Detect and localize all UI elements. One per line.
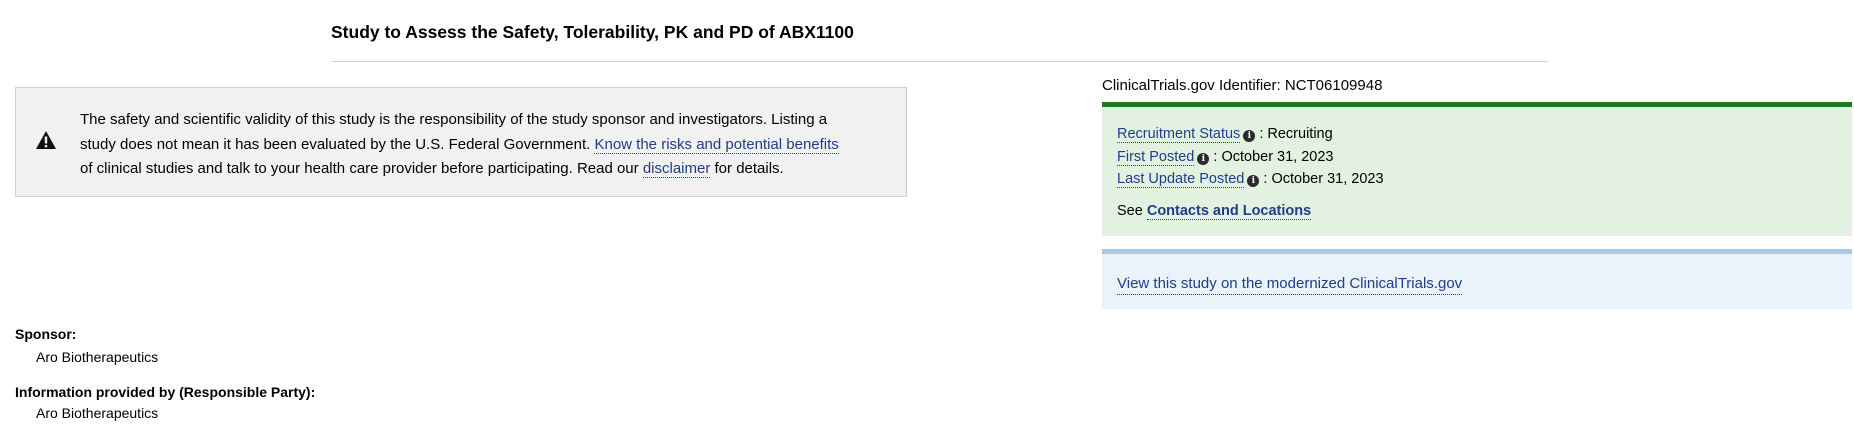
warning-icon — [36, 131, 56, 149]
responsible-party-label: Information provided by (Responsible Par… — [15, 384, 316, 400]
disclaimer-box: The safety and scientific validity of th… — [15, 87, 907, 197]
info-icon[interactable]: i — [1197, 153, 1210, 165]
recruitment-status-value: : Recruiting — [1259, 126, 1333, 142]
status-panel: Recruitment Status i : Recruiting First P… — [1102, 102, 1852, 236]
disclaimer-text: The safety and scientific validity of th… — [80, 108, 880, 182]
first-posted-row: First Posted i : October 31, 2023 — [1117, 147, 1334, 167]
see-label: See — [1117, 203, 1143, 219]
page-title: Study to Assess the Safety, Tolerability… — [331, 22, 854, 42]
disclaimer-line-2: study does not mean it has been evaluate… — [80, 133, 880, 158]
disclaimer-line-1: The safety and scientific validity of th… — [80, 111, 828, 128]
disclaimer-line-2-text: study does not mean it has been evaluate… — [80, 135, 591, 153]
modernized-study-link[interactable]: View this study on the modernized Clinic… — [1117, 274, 1463, 295]
recruitment-status-label[interactable]: Recruitment Status — [1117, 126, 1241, 143]
sponsor-value: Aro Biotherapeutics — [36, 349, 159, 365]
last-update-value: : October 31, 2023 — [1263, 171, 1384, 187]
title-divider — [331, 61, 1548, 62]
risks-benefits-link[interactable]: Know the risks and potential benefits — [594, 135, 839, 154]
identifier-value: NCT06109948 — [1284, 77, 1383, 94]
info-icon[interactable]: i — [1243, 130, 1256, 142]
disclaimer-line-3-end: for details. — [714, 160, 784, 177]
recruitment-status-row: Recruitment Status i : Recruiting — [1117, 124, 1333, 144]
first-posted-value: : October 31, 2023 — [1213, 149, 1334, 165]
disclaimer-link[interactable]: disclaimer — [642, 160, 711, 178]
identifier-label: ClinicalTrials.gov Identifier: — [1102, 77, 1281, 94]
last-update-label[interactable]: Last Update Posted — [1117, 171, 1245, 188]
sponsor-label: Sponsor: — [15, 326, 77, 342]
disclaimer-line-3: of clinical studies and talk to your hea… — [80, 157, 880, 182]
responsible-party-value: Aro Biotherapeutics — [36, 405, 159, 421]
first-posted-label[interactable]: First Posted — [1117, 149, 1195, 166]
study-identifier: ClinicalTrials.gov Identifier: NCT061099… — [1102, 76, 1382, 96]
disclaimer-line-3-text: of clinical studies and talk to your hea… — [80, 160, 639, 177]
contacts-locations-link[interactable]: Contacts and Locations — [1146, 203, 1312, 220]
info-icon[interactable]: i — [1247, 175, 1260, 187]
last-update-row: Last Update Posted i : October 31, 2023 — [1117, 169, 1384, 189]
modernized-panel: View this study on the modernized Clinic… — [1102, 249, 1852, 309]
contacts-row: See Contacts and Locations — [1117, 201, 1312, 221]
